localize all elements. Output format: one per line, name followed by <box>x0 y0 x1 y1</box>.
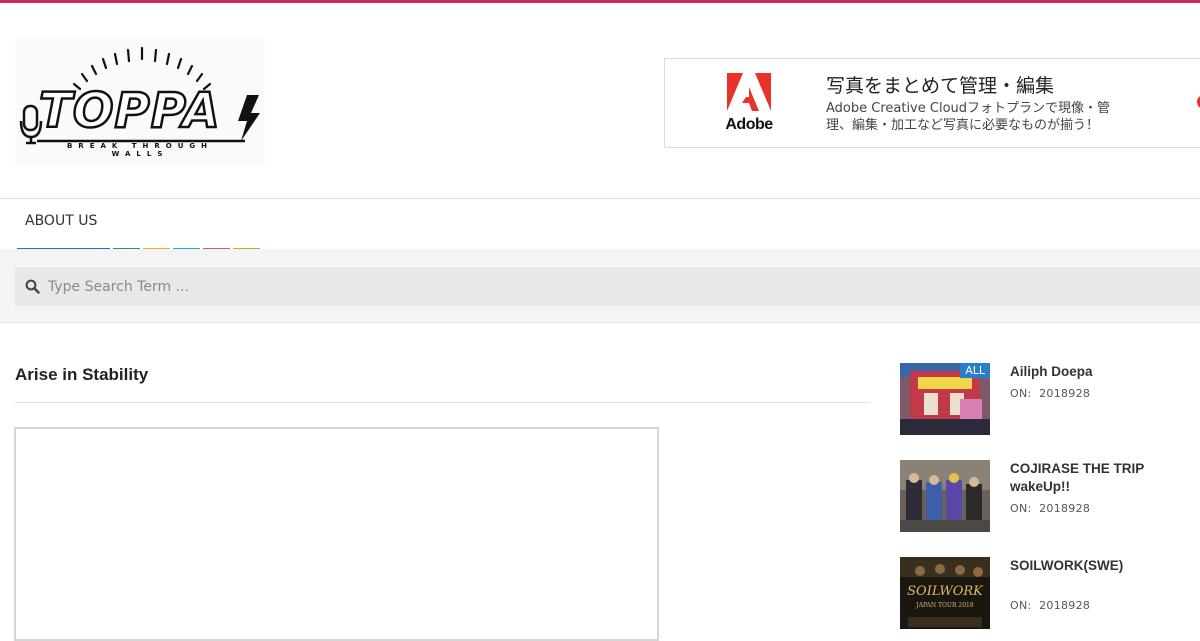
nav-item-about-us[interactable]: ABOUT US <box>25 213 97 229</box>
sidebar-post-item[interactable]: ALL Ailiph Doepa ON: 2018928 <box>900 363 1200 437</box>
site-header: TOPPA BREAK THROUGH WALLS Adobe 写真をまとめて管… <box>0 3 1200 198</box>
sidebar-post-item[interactable]: COJIRASE THE TRIP wakeUp!! ON: 2018928 <box>900 460 1200 534</box>
search-box <box>15 267 1200 306</box>
sidebar-post-date: ON: 2018928 <box>1010 599 1091 612</box>
main-navigation: ABOUT US <box>0 198 1200 251</box>
sidebar-post-title[interactable]: Ailiph Doepa <box>1010 363 1200 381</box>
site-logo[interactable]: TOPPA BREAK THROUGH WALLS <box>15 37 265 165</box>
post-thumbnail[interactable] <box>900 460 990 532</box>
logo-wordmark: TOPPA <box>38 83 221 139</box>
sidebar-post-item[interactable]: SOILWORK JAPAN TOUR 2018 SOILWORK(SWE) O… <box>900 557 1200 631</box>
sidebar-post-date: ON: 2018928 <box>1010 387 1091 400</box>
search-input[interactable] <box>48 267 748 306</box>
post-thumbnail[interactable]: ALL <box>900 363 990 435</box>
embedded-media-frame[interactable] <box>14 427 659 641</box>
sidebar-post-title[interactable]: SOILWORK(SWE) <box>1010 557 1200 575</box>
thumbnail-tour-text: JAPAN TOUR 2018 <box>915 602 974 609</box>
sidebar-post-date: ON: 2018928 <box>1010 502 1091 515</box>
post-thumbnail[interactable]: SOILWORK JAPAN TOUR 2018 <box>900 557 990 629</box>
search-icon[interactable] <box>25 279 40 294</box>
ad-brand-name: Adobe <box>725 116 773 133</box>
ad-description: Adobe Creative Cloudフォトプランで現像・管理、編集・加工など… <box>826 101 1111 133</box>
adobe-logo-icon <box>727 73 771 111</box>
header-ad-banner[interactable]: Adobe 写真をまとめて管理・編集 Adobe Creative Cloudフ… <box>664 58 1200 148</box>
logo-tagline: BREAK THROUGH WALLS <box>66 142 214 158</box>
post-title: Arise in Stability <box>15 365 149 384</box>
title-divider <box>15 402 870 403</box>
category-badge[interactable]: ALL <box>960 363 990 378</box>
sidebar-post-title[interactable]: COJIRASE THE TRIP wakeUp!! <box>1010 460 1200 496</box>
thumbnail-band-name: SOILWORK <box>907 584 984 599</box>
ad-title[interactable]: 写真をまとめて管理・編集 <box>826 71 1054 98</box>
search-bar-section <box>0 249 1200 323</box>
